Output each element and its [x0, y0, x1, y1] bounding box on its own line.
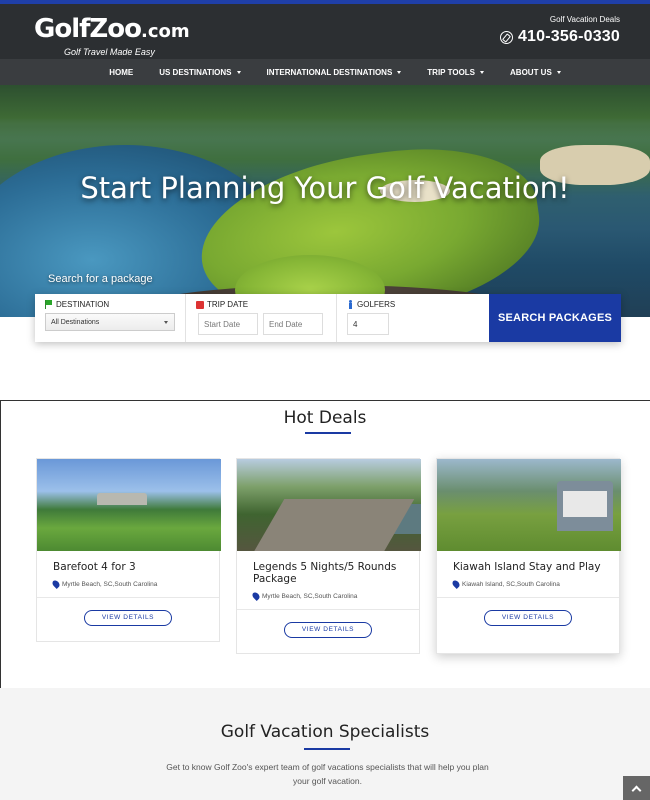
- specialists-section: Golf Vacation Specialists Get to know Go…: [0, 688, 650, 800]
- phone-number-link[interactable]: 410-356-0330: [518, 28, 620, 46]
- site-header: GolfZoo.com Golf Travel Made Easy Golf V…: [0, 4, 650, 59]
- hero-title: Start Planning Your Golf Vacation!: [80, 171, 570, 205]
- deal-image[interactable]: [37, 459, 221, 551]
- hero-banner: Start Planning Your Golf Vacation! Searc…: [0, 85, 650, 317]
- nav-item-about-us[interactable]: ABOUT US: [510, 68, 561, 77]
- title-underline: [304, 748, 350, 750]
- deal-image[interactable]: [237, 459, 421, 551]
- golfers-field: GOLFERS 4: [337, 294, 489, 342]
- flag-icon: [45, 300, 53, 309]
- nav-item-us-destinations[interactable]: US DESTINATIONS: [159, 68, 241, 77]
- phone-label: Golf Vacation Deals: [549, 15, 620, 24]
- main-nav: HOME US DESTINATIONS INTERNATIONAL DESTI…: [0, 59, 650, 85]
- specialists-title: Golf Vacation Specialists: [220, 722, 430, 742]
- deal-location: Kiawah Island, SC,South Carolina: [437, 579, 619, 589]
- destination-field: DESTINATION All Destinations: [35, 294, 186, 342]
- calendar-icon: [196, 300, 204, 309]
- chevron-down-icon: [480, 70, 485, 74]
- end-date-input[interactable]: End Date: [263, 313, 323, 335]
- trip-date-label: TRIP DATE: [207, 300, 249, 309]
- chevron-down-icon: [236, 70, 241, 74]
- phone-contact: Golf Vacation Deals 410-356-0330: [499, 15, 620, 46]
- deal-title[interactable]: Kiawah Island Stay and Play: [437, 561, 619, 573]
- golfer-icon: [347, 300, 354, 309]
- deal-location: Myrtle Beach, SC,South Carolina: [37, 579, 219, 589]
- chevron-up-icon: [631, 785, 642, 795]
- map-pin-icon: [51, 579, 61, 589]
- deal-card[interactable]: Kiawah Island Stay and Play Kiawah Islan…: [436, 458, 621, 654]
- search-heading: Search for a package: [48, 273, 153, 285]
- scroll-to-top-button[interactable]: [623, 776, 650, 800]
- deal-location: Myrtle Beach, SC,South Carolina: [237, 591, 419, 601]
- deal-title[interactable]: Legends 5 Nights/5 Rounds Package: [237, 561, 419, 585]
- specialists-description: Get to know Golf Zoo's expert team of go…: [166, 762, 489, 786]
- chevron-down-icon: [397, 70, 402, 74]
- map-pin-icon: [251, 591, 261, 601]
- golfers-input[interactable]: 4: [347, 313, 389, 335]
- nav-item-trip-tools[interactable]: TRIP TOOLS: [427, 68, 485, 77]
- nav-item-home[interactable]: HOME: [109, 68, 133, 77]
- title-underline: [305, 432, 351, 434]
- logo-wordmark: GolfZoo.com: [34, 14, 190, 44]
- golfers-label: GOLFERS: [357, 300, 396, 309]
- start-date-input[interactable]: Start Date: [198, 313, 258, 335]
- deal-card[interactable]: Legends 5 Nights/5 Rounds Package Myrtle…: [236, 458, 421, 654]
- nav-item-international-destinations[interactable]: INTERNATIONAL DESTINATIONS: [267, 68, 402, 77]
- divider: [437, 597, 619, 598]
- chevron-down-icon: [556, 70, 561, 74]
- divider: [37, 597, 219, 598]
- map-pin-icon: [451, 579, 461, 589]
- destination-label: DESTINATION: [56, 300, 110, 309]
- deal-title[interactable]: Barefoot 4 for 3: [37, 561, 219, 573]
- chevron-down-icon: [164, 321, 168, 324]
- search-packages-button[interactable]: SEARCH PACKAGES: [489, 294, 621, 342]
- trip-date-field: TRIP DATE Start Date End Date: [186, 294, 337, 342]
- view-details-button[interactable]: VIEW DETAILS: [84, 610, 172, 626]
- view-details-button[interactable]: VIEW DETAILS: [484, 610, 572, 626]
- site-logo[interactable]: GolfZoo.com Golf Travel Made Easy: [34, 16, 190, 57]
- phone-icon: [499, 30, 513, 44]
- deal-image[interactable]: [437, 459, 621, 551]
- logo-tagline: Golf Travel Made Easy: [64, 47, 155, 57]
- destination-select[interactable]: All Destinations: [45, 313, 175, 331]
- deal-card[interactable]: Barefoot 4 for 3 Myrtle Beach, SC,South …: [36, 458, 221, 642]
- hero-image-trees: [0, 85, 650, 140]
- package-search-form: DESTINATION All Destinations TRIP DATE S…: [35, 294, 621, 342]
- view-details-button[interactable]: VIEW DETAILS: [284, 622, 372, 638]
- hot-deals-title: Hot Deals: [283, 408, 367, 428]
- divider: [237, 609, 419, 610]
